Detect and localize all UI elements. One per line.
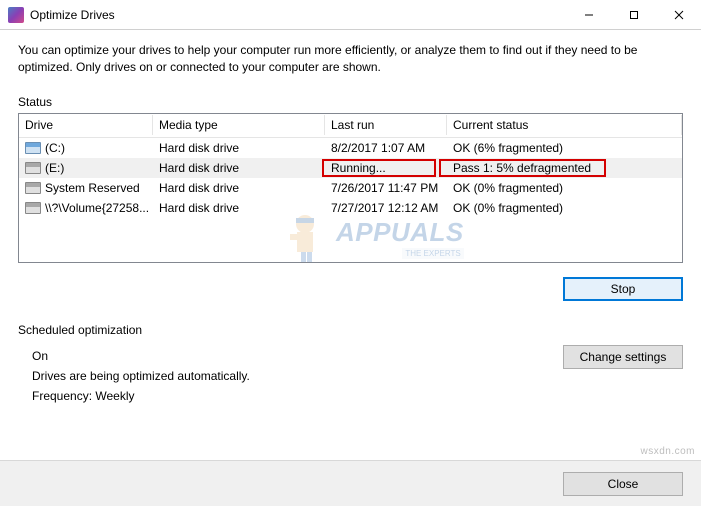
- stop-button[interactable]: Stop: [563, 277, 683, 301]
- drive-label: System Reserved: [45, 181, 140, 195]
- cell-drive: \\?\Volume{27258...: [19, 200, 153, 216]
- cell-media: Hard disk drive: [153, 160, 325, 176]
- cell-media: Hard disk drive: [153, 200, 325, 216]
- cell-drive: System Reserved: [19, 180, 153, 196]
- drive-label: (E:): [45, 161, 64, 175]
- drive-icon: [25, 182, 41, 194]
- table-header: Drive Media type Last run Current status: [19, 114, 682, 138]
- col-header-media[interactable]: Media type: [153, 115, 325, 135]
- drives-listview[interactable]: Drive Media type Last run Current status…: [18, 113, 683, 263]
- table-row[interactable]: (C:) Hard disk drive8/2/2017 1:07 AMOK (6…: [19, 138, 682, 158]
- window-title: Optimize Drives: [30, 8, 566, 22]
- cell-status: OK (0% fragmented): [447, 200, 682, 216]
- drive-label: (C:): [45, 141, 65, 155]
- cell-lastrun: 7/26/2017 11:47 PM: [325, 180, 447, 196]
- app-icon: [8, 7, 24, 23]
- cell-lastrun: 8/2/2017 1:07 AM: [325, 140, 447, 156]
- minimize-button[interactable]: [566, 0, 611, 29]
- cell-lastrun: Running...: [325, 160, 447, 176]
- cell-media: Hard disk drive: [153, 140, 325, 156]
- cell-media: Hard disk drive: [153, 180, 325, 196]
- schedule-description: Drives are being optimized automatically…: [32, 369, 683, 383]
- close-button[interactable]: [656, 0, 701, 29]
- table-row[interactable]: (E:) Hard disk driveRunning...Pass 1: 5% …: [19, 158, 682, 178]
- cell-status: OK (6% fragmented): [447, 140, 682, 156]
- bottom-bar: Close: [0, 460, 701, 506]
- cell-drive: (C:): [19, 140, 153, 156]
- watermark-url: wsxdn.com: [640, 446, 695, 457]
- cell-lastrun: 7/27/2017 12:12 AM: [325, 200, 447, 216]
- status-label: Status: [18, 95, 683, 109]
- title-bar: Optimize Drives: [0, 0, 701, 30]
- drive-icon: [25, 202, 41, 214]
- cell-status: OK (0% fragmented): [447, 180, 682, 196]
- col-header-lastrun[interactable]: Last run: [325, 115, 447, 135]
- drive-label: \\?\Volume{27258...: [45, 201, 149, 215]
- window-controls: [566, 0, 701, 29]
- cell-drive: (E:): [19, 160, 153, 176]
- drive-icon: [25, 142, 41, 154]
- cell-status: Pass 1: 5% defragmented: [447, 160, 682, 176]
- drive-icon: [25, 162, 41, 174]
- scheduled-optimization-label: Scheduled optimization: [18, 323, 683, 337]
- close-dialog-button[interactable]: Close: [563, 472, 683, 496]
- change-settings-button[interactable]: Change settings: [563, 345, 683, 369]
- table-row[interactable]: \\?\Volume{27258... Hard disk drive7/27/2…: [19, 198, 682, 218]
- maximize-button[interactable]: [611, 0, 656, 29]
- col-header-drive[interactable]: Drive: [19, 115, 153, 135]
- table-row[interactable]: System Reserved Hard disk drive7/26/2017 …: [19, 178, 682, 198]
- schedule-frequency: Frequency: Weekly: [32, 389, 683, 403]
- col-header-status[interactable]: Current status: [447, 115, 682, 135]
- description-text: You can optimize your drives to help you…: [18, 42, 683, 77]
